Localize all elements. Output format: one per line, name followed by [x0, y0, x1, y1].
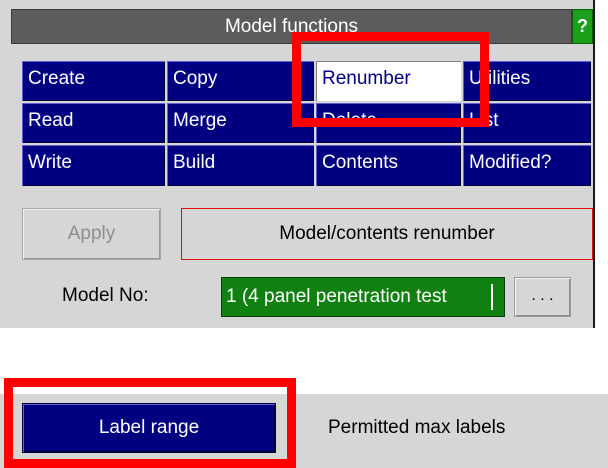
function-button-grid: Create Copy Renumber Utilities Read Merge Dele…	[22, 61, 593, 188]
function-button-renumber[interactable]: Renumber	[316, 61, 463, 103]
model-browse-button[interactable]: . . .	[514, 277, 571, 317]
permitted-max-labels-text: Permitted max labels	[328, 417, 506, 438]
panel-title: Model functions	[224, 16, 359, 37]
panel-title-bar: Model functions	[11, 9, 572, 44]
model-functions-panel: Model functions ? Create Copy Renumber Util…	[0, 0, 595, 328]
function-button-create[interactable]: Create	[22, 61, 167, 103]
text-caret	[491, 284, 493, 310]
panel-border	[593, 0, 595, 328]
function-button-copy[interactable]: Copy	[167, 61, 316, 103]
function-button-modified[interactable]: Modified?	[463, 145, 593, 188]
model-no-field[interactable]: 1 (4 panel penetration test	[221, 277, 505, 317]
help-button[interactable]: ?	[572, 9, 593, 44]
model-no-label: Model No:	[62, 285, 149, 306]
mode-label-box: Model/contents renumber	[181, 208, 593, 260]
model-no-value: 1 (4 panel penetration test	[226, 286, 447, 307]
function-button-list[interactable]: List	[463, 103, 593, 145]
function-button-write[interactable]: Write	[22, 145, 167, 188]
function-button-contents[interactable]: Contents	[316, 145, 463, 188]
function-button-delete[interactable]: Delete	[316, 103, 463, 145]
function-button-build[interactable]: Build	[167, 145, 316, 188]
label-range-button[interactable]: Label range	[22, 403, 276, 453]
function-button-utilities[interactable]: Utilities	[463, 61, 593, 103]
function-button-merge[interactable]: Merge	[167, 103, 316, 145]
apply-button[interactable]: Apply	[22, 208, 161, 260]
function-button-read[interactable]: Read	[22, 103, 167, 145]
